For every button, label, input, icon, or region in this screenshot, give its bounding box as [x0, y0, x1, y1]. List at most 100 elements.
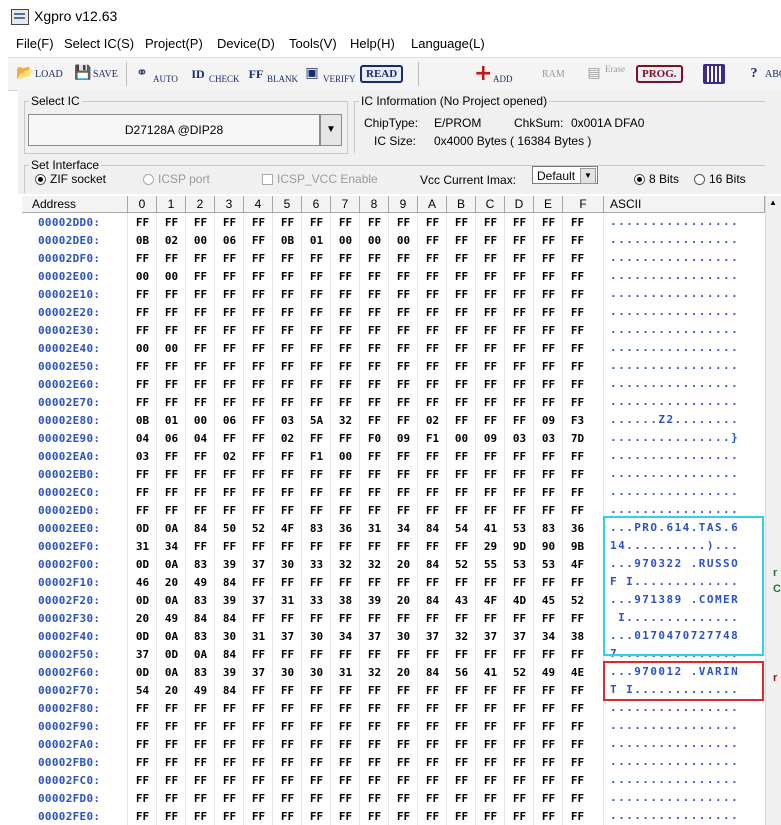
hex-byte[interactable]: 0A — [157, 522, 186, 535]
hex-byte[interactable]: FF — [273, 360, 302, 373]
hex-byte[interactable]: 36 — [331, 522, 360, 535]
hex-byte[interactable]: FF — [302, 702, 331, 715]
hex-byte[interactable]: FF — [302, 576, 331, 589]
hex-byte[interactable]: FF — [273, 720, 302, 733]
hex-byte[interactable]: 30 — [215, 630, 244, 643]
hex-byte[interactable]: FF — [186, 792, 215, 805]
hex-byte[interactable]: FF — [418, 504, 447, 517]
hex-byte[interactable]: 9B — [563, 540, 592, 553]
hex-byte[interactable]: FF — [302, 396, 331, 409]
hex-byte[interactable]: FF — [244, 216, 273, 229]
hex-byte[interactable]: FF — [389, 648, 418, 661]
hex-byte[interactable]: FF — [563, 216, 592, 229]
hex-byte[interactable]: FF — [244, 540, 273, 553]
hex-byte[interactable]: FF — [273, 738, 302, 751]
hex-byte[interactable]: FF — [563, 252, 592, 265]
hex-byte[interactable]: FF — [476, 252, 505, 265]
hex-byte[interactable]: FF — [157, 216, 186, 229]
hex-byte[interactable]: FF — [273, 468, 302, 481]
hex-byte[interactable]: FF — [128, 486, 157, 499]
hex-byte[interactable]: FF — [273, 216, 302, 229]
hex-byte[interactable]: FF — [331, 738, 360, 751]
chip-button[interactable] — [703, 62, 725, 86]
hex-byte[interactable]: FF — [505, 414, 534, 427]
hex-byte[interactable]: FF — [302, 216, 331, 229]
hex-byte[interactable]: FF — [186, 468, 215, 481]
hex-byte[interactable]: FF — [128, 810, 157, 823]
hex-byte[interactable]: FF — [186, 270, 215, 283]
hex-byte[interactable]: FF — [302, 738, 331, 751]
hex-byte[interactable]: FF — [360, 576, 389, 589]
hex-byte[interactable]: FF — [534, 810, 563, 823]
hex-byte[interactable]: FF — [505, 720, 534, 733]
check-button[interactable]: ID CHECK — [190, 62, 239, 86]
hex-byte[interactable]: FF — [157, 486, 186, 499]
table-row[interactable]: 00002DD0: FF FF FF FF FF FF FF FF FF FF FF FF FF FF FF F… — [22, 214, 765, 232]
hex-byte[interactable]: 45 — [534, 594, 563, 607]
hex-byte[interactable]: FF — [447, 486, 476, 499]
hex-byte[interactable]: 00 — [186, 414, 215, 427]
hex-byte[interactable]: 49 — [186, 684, 215, 697]
ic-select-dropdown[interactable]: ▼ — [320, 114, 342, 146]
hex-byte[interactable]: FF — [157, 450, 186, 463]
hex-byte[interactable]: FF — [244, 504, 273, 517]
hex-byte[interactable]: FF — [389, 468, 418, 481]
hex-byte[interactable]: 83 — [302, 522, 331, 535]
read-button[interactable]: READ — [360, 62, 404, 86]
ic-select-display[interactable]: D27128A @DIP28 — [28, 114, 320, 146]
hex-byte[interactable]: FF — [128, 774, 157, 787]
hex-byte[interactable]: FF — [302, 774, 331, 787]
hex-byte[interactable]: 0D — [157, 648, 186, 661]
hex-byte[interactable]: FF — [128, 306, 157, 319]
hex-byte[interactable]: 09 — [534, 414, 563, 427]
hex-byte[interactable]: FF — [244, 756, 273, 769]
hex-byte[interactable]: FF — [476, 576, 505, 589]
hex-byte[interactable]: FF — [273, 378, 302, 391]
hex-byte[interactable]: FF — [157, 468, 186, 481]
hex-byte[interactable]: 0D — [128, 558, 157, 571]
hex-byte[interactable]: 34 — [534, 630, 563, 643]
hex-byte[interactable]: 00 — [128, 342, 157, 355]
hex-byte[interactable]: 0B — [128, 234, 157, 247]
hex-byte[interactable]: FF — [389, 216, 418, 229]
hex-byte[interactable]: FF — [505, 612, 534, 625]
hex-byte[interactable]: FF — [273, 612, 302, 625]
hex-byte[interactable]: 00 — [331, 450, 360, 463]
hex-byte[interactable]: FF — [447, 306, 476, 319]
hex-byte[interactable]: FF — [302, 378, 331, 391]
hex-byte[interactable]: 39 — [215, 666, 244, 679]
table-row[interactable]: 00002DE0: 0B 02 00 06 FF 0B 01 00 00 00 FF FF FF FF FF F… — [22, 232, 765, 250]
hex-byte[interactable]: FF — [563, 648, 592, 661]
hex-byte[interactable]: FF — [157, 504, 186, 517]
hex-byte[interactable]: FF — [563, 396, 592, 409]
hex-byte[interactable]: 30 — [302, 630, 331, 643]
hex-byte[interactable]: FF — [418, 378, 447, 391]
hex-byte[interactable]: 04 — [128, 432, 157, 445]
hex-byte[interactable]: FF — [389, 810, 418, 823]
hex-byte[interactable]: 84 — [215, 612, 244, 625]
hex-byte[interactable]: FF — [244, 432, 273, 445]
hex-byte[interactable]: FF — [157, 756, 186, 769]
hex-byte[interactable]: 49 — [157, 612, 186, 625]
auto-button[interactable]: ⚭ AUTO — [134, 62, 178, 86]
hex-byte[interactable]: FF — [534, 720, 563, 733]
hex-byte[interactable]: FF — [447, 252, 476, 265]
hex-byte[interactable]: FF — [128, 792, 157, 805]
hex-byte[interactable]: FF — [563, 738, 592, 751]
hex-byte[interactable]: FF — [476, 270, 505, 283]
hex-byte[interactable]: 00 — [389, 234, 418, 247]
hex-byte[interactable]: FF — [447, 612, 476, 625]
hex-byte[interactable]: 90 — [534, 540, 563, 553]
hex-byte[interactable]: 0D — [128, 630, 157, 643]
hex-byte[interactable]: FF — [360, 396, 389, 409]
hex-byte[interactable]: FF — [215, 252, 244, 265]
hex-byte[interactable]: FF — [534, 396, 563, 409]
hex-byte[interactable]: 33 — [302, 558, 331, 571]
hex-byte[interactable]: 34 — [389, 522, 418, 535]
hex-byte[interactable]: FF — [476, 378, 505, 391]
hex-byte[interactable]: FF — [476, 324, 505, 337]
hex-byte[interactable]: FF — [534, 378, 563, 391]
hex-byte[interactable]: FF — [360, 450, 389, 463]
hex-byte[interactable]: 83 — [534, 522, 563, 535]
hex-byte[interactable]: FF — [563, 702, 592, 715]
